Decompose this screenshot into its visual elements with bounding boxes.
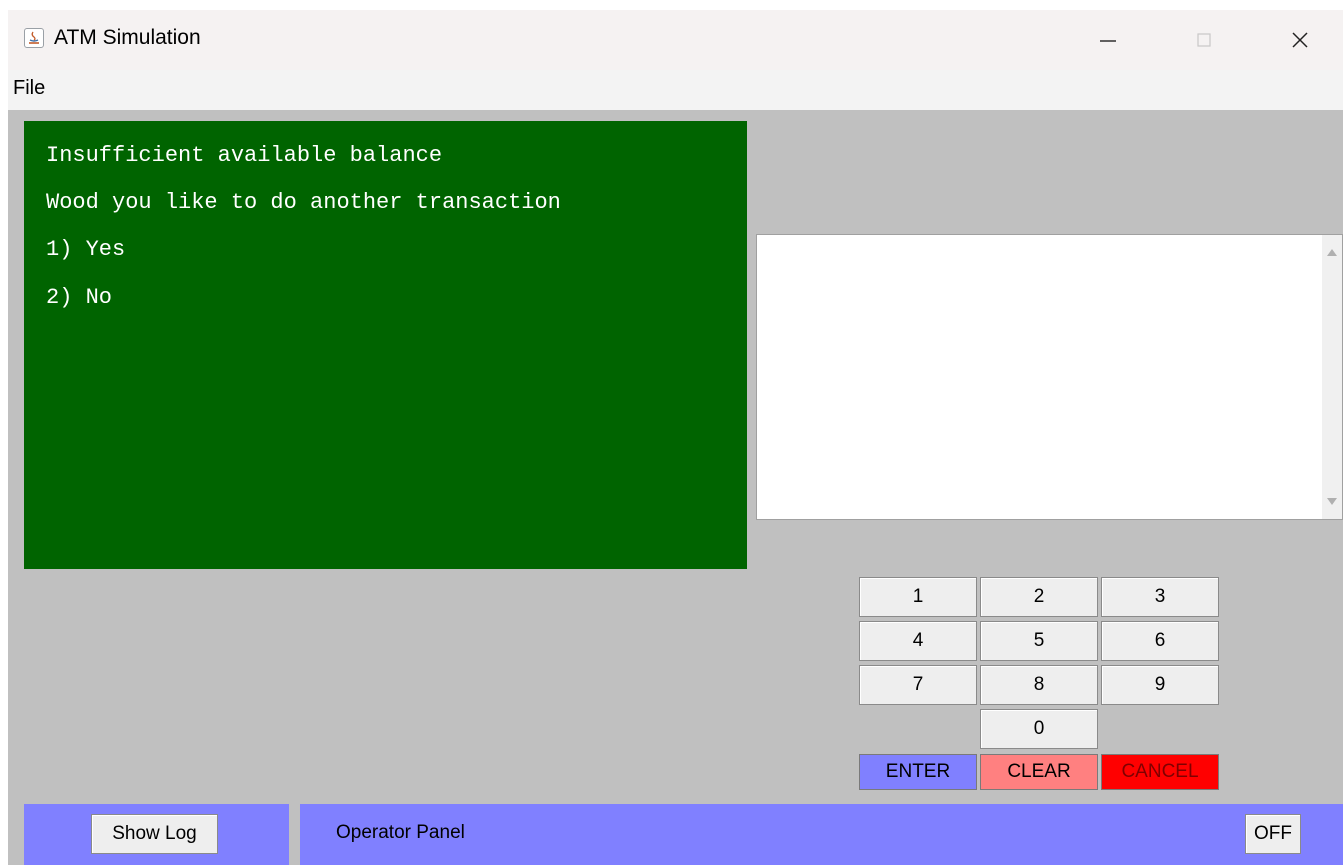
clear-button[interactable]: CLEAR	[980, 754, 1098, 790]
screen-line-4: 2) No	[46, 285, 113, 310]
key-4[interactable]: 4	[859, 621, 977, 661]
power-off-button[interactable]: OFF	[1245, 814, 1301, 854]
scroll-down-arrow-icon[interactable]	[1327, 498, 1337, 505]
operator-panel: Operator Panel OFF	[300, 804, 1343, 865]
key-2[interactable]: 2	[980, 577, 1098, 617]
screen-line-2: Wood you like to do another transaction	[46, 190, 561, 215]
key-1[interactable]: 1	[859, 577, 977, 617]
log-panel: Show Log	[24, 804, 289, 865]
atm-display-screen: Insufficient available balance Wood you …	[24, 121, 747, 569]
cancel-button[interactable]: CANCEL	[1101, 754, 1219, 790]
log-text	[757, 235, 1322, 519]
key-9[interactable]: 9	[1101, 665, 1219, 705]
window-title: ATM Simulation	[54, 26, 201, 49]
key-7[interactable]: 7	[859, 665, 977, 705]
scroll-up-arrow-icon[interactable]	[1327, 249, 1337, 256]
log-scrollbar[interactable]	[1322, 235, 1342, 519]
key-5[interactable]: 5	[980, 621, 1098, 661]
atm-window: ATM Simulation File Insufficient availab…	[8, 10, 1343, 865]
close-button[interactable]	[1268, 10, 1332, 70]
maximize-button[interactable]	[1172, 10, 1236, 70]
key-6[interactable]: 6	[1101, 621, 1219, 661]
close-icon	[1292, 32, 1308, 48]
java-app-icon	[24, 28, 44, 48]
enter-button[interactable]: ENTER	[859, 754, 977, 790]
title-bar: ATM Simulation	[8, 10, 1343, 70]
key-3[interactable]: 3	[1101, 577, 1219, 617]
operator-panel-label: Operator Panel	[336, 822, 465, 843]
show-log-button[interactable]: Show Log	[91, 814, 218, 854]
menu-bar: File	[8, 70, 1343, 110]
atm-panel: Insufficient available balance Wood you …	[8, 110, 1343, 865]
minimize-icon	[1100, 40, 1116, 42]
screen-line-3: 1) Yes	[46, 237, 126, 262]
key-0[interactable]: 0	[980, 709, 1098, 749]
screen-line-1: Insufficient available balance	[46, 143, 443, 168]
key-8[interactable]: 8	[980, 665, 1098, 705]
log-text-area[interactable]	[756, 234, 1343, 520]
menu-file[interactable]: File	[11, 77, 47, 100]
minimize-button[interactable]	[1076, 10, 1140, 70]
maximize-icon	[1197, 33, 1211, 47]
